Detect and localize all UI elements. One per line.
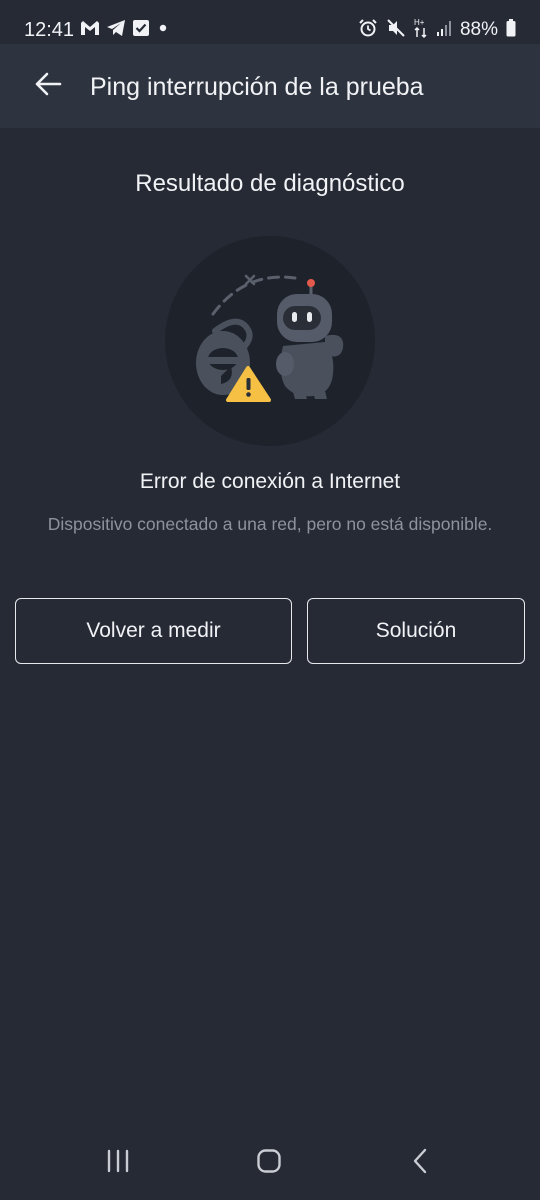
remeasure-button-label: Volver a medir (86, 619, 221, 642)
battery-percent: 88% (459, 19, 498, 40)
error-title: Error de conexión a Internet (139, 470, 401, 493)
solution-button-label: Solución (375, 619, 457, 642)
alarm-icon (358, 18, 378, 43)
back-icon (411, 1148, 431, 1179)
dot-icon (156, 21, 170, 40)
battery-icon (506, 18, 516, 42)
notification-icons (80, 19, 170, 41)
home-button[interactable] (249, 1148, 289, 1178)
screen: 12:41 H+ 88% Ping interrupción de la pru… (0, 0, 540, 1200)
arrow-left-icon (34, 70, 62, 103)
remeasure-button[interactable]: Volver a medir (15, 598, 292, 664)
svg-text:H+: H+ (414, 18, 425, 27)
check-square-icon (132, 19, 150, 42)
navigation-bar (0, 1130, 540, 1200)
data-arrows-icon: H+ (414, 17, 428, 44)
status-time: 12:41 (24, 19, 75, 41)
system-icons: H+ 88% (358, 17, 516, 43)
gmail-icon (80, 20, 100, 41)
recent-apps-icon (105, 1149, 131, 1178)
telegram-icon (106, 19, 126, 42)
recent-apps-button[interactable] (98, 1148, 138, 1178)
app-bar: Ping interrupción de la prueba (0, 44, 540, 128)
solution-button[interactable]: Solución (307, 598, 525, 664)
robot-warning-illustration (165, 236, 375, 446)
page-title: Ping interrupción de la prueba (90, 73, 424, 101)
error-description: Dispositivo conectado a una red, pero no… (47, 514, 493, 534)
status-bar: 12:41 H+ 88% (0, 0, 540, 44)
nav-back-button[interactable] (401, 1148, 441, 1178)
mute-icon (386, 18, 406, 43)
signal-icon (436, 19, 452, 42)
back-button[interactable] (28, 66, 68, 106)
section-title: Resultado de diagnóstico (135, 170, 405, 197)
home-icon (256, 1148, 282, 1179)
